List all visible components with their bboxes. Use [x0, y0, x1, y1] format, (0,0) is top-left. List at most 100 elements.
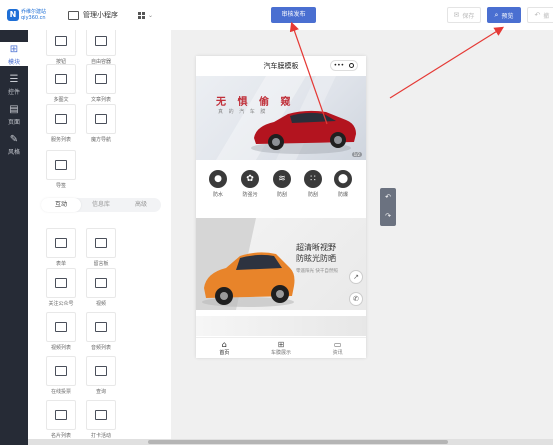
component-free-container[interactable]: 自由容器: [86, 30, 116, 65]
save-icon: ✉: [453, 11, 460, 19]
component-label: 多图文: [53, 97, 69, 103]
rail-item-pages[interactable]: ▤ 页面: [0, 104, 28, 126]
grid-icon: [95, 114, 107, 124]
manage-miniprogram-button[interactable]: 管理小程序: [68, 9, 118, 21]
tabbar-label: 车膜展示: [271, 350, 292, 356]
search-icon: ⌕: [494, 10, 499, 19]
component-message-board[interactable]: 留言板: [86, 228, 116, 267]
feature-scratch-2[interactable]: ∷ 防刮: [302, 170, 324, 198]
component-tile: [86, 268, 116, 298]
component-panel: 按钮 自由容器 多图文 文章列表 服务列表 魔方导航 导签 互动 信息库 高级 …: [28, 30, 172, 445]
tabbar-item-home[interactable]: ⌂ 首页: [196, 338, 253, 358]
component-label: 魔方导航: [90, 137, 111, 143]
publish-button[interactable]: 审核发布: [271, 7, 316, 23]
component-tile: [46, 400, 76, 430]
component-tile: [86, 312, 116, 342]
user-plus-icon: [55, 278, 67, 288]
undo-button[interactable]: ↶ 撤: [527, 7, 553, 23]
grid-icon: ⊞: [277, 340, 285, 349]
carousel-banner[interactable]: 无 惧 偷 窥 真 的 汽 车 膜 1/2: [196, 76, 366, 160]
message-icon: [95, 238, 107, 248]
component-video[interactable]: 视频: [86, 268, 116, 307]
rail-item-style[interactable]: ✎ 风格: [0, 134, 28, 156]
undo-label: 撤: [543, 12, 550, 20]
component-category-tabs: 互动 信息库 高级: [41, 198, 161, 212]
phone-icon: ✆: [353, 295, 359, 303]
document-icon: ▭: [333, 340, 342, 349]
component-tile: [86, 104, 116, 134]
tabbar-label: 资讯: [332, 350, 343, 356]
component-tile: [46, 64, 76, 94]
component-card-list[interactable]: 名片列表: [46, 400, 76, 439]
tabbar-label: 首页: [219, 350, 230, 356]
feature-explosion-proof[interactable]: ⬤ 防爆: [332, 170, 354, 198]
preview-button[interactable]: ⌕ 预览: [487, 7, 521, 23]
component-article-list[interactable]: 文章列表: [86, 64, 116, 103]
banner-subline: 真 的 汽 车 膜: [218, 109, 268, 115]
plus-square-icon: ⊞: [9, 44, 19, 55]
promo-banner[interactable]: 超清晰视野 防眩光防晒 零遥阳光 快干自然照: [196, 218, 366, 310]
component-service-list[interactable]: 服务列表: [46, 104, 76, 143]
component-tile: [86, 400, 116, 430]
promo-headline-line1: 超清晰视野: [296, 243, 336, 252]
logo-domain: qiy360.cn: [21, 15, 46, 21]
video-icon: [95, 278, 107, 288]
component-checkin[interactable]: 打卡活动: [86, 400, 116, 439]
undo-icon: ↶: [385, 193, 391, 201]
scrollbar-thumb[interactable]: [148, 440, 448, 444]
component-tag[interactable]: 导签: [46, 150, 76, 189]
feature-antifouling[interactable]: ✿ 防强污: [239, 170, 261, 198]
feature-label: 防爆: [337, 192, 348, 198]
logo-icon: N: [7, 9, 19, 21]
component-button[interactable]: 按钮: [46, 30, 76, 65]
feature-scratch[interactable]: ≋ 防刮: [271, 170, 293, 198]
component-query[interactable]: 查询: [86, 356, 116, 395]
brand-logo[interactable]: N 乔维尔建站 qiy360.cn: [7, 7, 46, 23]
save-button[interactable]: ✉ 保存: [447, 7, 481, 23]
rail-item-modules[interactable]: ⊞ 模块: [0, 42, 28, 66]
shield-icon: ⬤: [334, 170, 352, 188]
undo-canvas-button[interactable]: ↶: [380, 188, 396, 207]
rail-item-label: 页面: [7, 119, 20, 126]
sliders-icon: ☰: [9, 74, 19, 85]
component-label: 音频列表: [90, 345, 111, 351]
tab-interact[interactable]: 互动: [41, 198, 81, 212]
query-icon: [95, 366, 107, 376]
feature-label: 防刮: [276, 192, 287, 198]
component-label: 打卡活动: [90, 433, 111, 439]
redo-canvas-button[interactable]: ↷: [380, 207, 396, 226]
home-icon: ⌂: [221, 340, 227, 349]
banner-headline: 无 惧 偷 窥: [216, 97, 295, 108]
canvas-history-tools: ↶ ↷: [380, 188, 396, 226]
water-drop-icon: ●: [209, 170, 227, 188]
music-icon: [95, 322, 107, 332]
component-tile: [46, 150, 76, 180]
tab-advanced[interactable]: 高级: [121, 198, 161, 212]
component-tile: [46, 356, 76, 386]
component-follow-account[interactable]: 关注公众号: [46, 268, 76, 307]
horizontal-scrollbar[interactable]: [28, 439, 553, 445]
feature-label: 防刮: [307, 192, 318, 198]
apps-menu-button[interactable]: ⌄: [138, 10, 154, 20]
share-float-button[interactable]: ↗: [349, 270, 363, 284]
component-cube-nav[interactable]: 魔方导航: [86, 104, 116, 143]
component-video-list[interactable]: 视频列表: [46, 312, 76, 351]
tab-info-library[interactable]: 信息库: [81, 198, 121, 212]
redo-icon: ↷: [385, 212, 391, 220]
component-form[interactable]: 表单: [46, 228, 76, 267]
feature-waterproof[interactable]: ● 防水: [207, 170, 229, 198]
component-online-vote[interactable]: 在线投票: [46, 356, 76, 395]
chevron-down-icon: ⌄: [148, 11, 154, 19]
component-multi-article[interactable]: 多图文: [46, 64, 76, 103]
component-label: 查询: [95, 389, 106, 395]
tabbar-item-news[interactable]: ▭ 资讯: [309, 338, 366, 358]
component-tile: [46, 312, 76, 342]
phone-float-button[interactable]: ✆: [349, 292, 363, 306]
component-audio-list[interactable]: 音频列表: [86, 312, 116, 351]
miniprogram-capsule[interactable]: •••: [330, 60, 358, 71]
rail-item-controls[interactable]: ☰ 控件: [0, 74, 28, 96]
rail-item-label: 风格: [7, 149, 20, 156]
tabbar-item-showcase[interactable]: ⊞ 车膜展示: [253, 338, 310, 358]
button-icon: [55, 36, 67, 46]
component-label: 关注公众号: [48, 301, 74, 307]
